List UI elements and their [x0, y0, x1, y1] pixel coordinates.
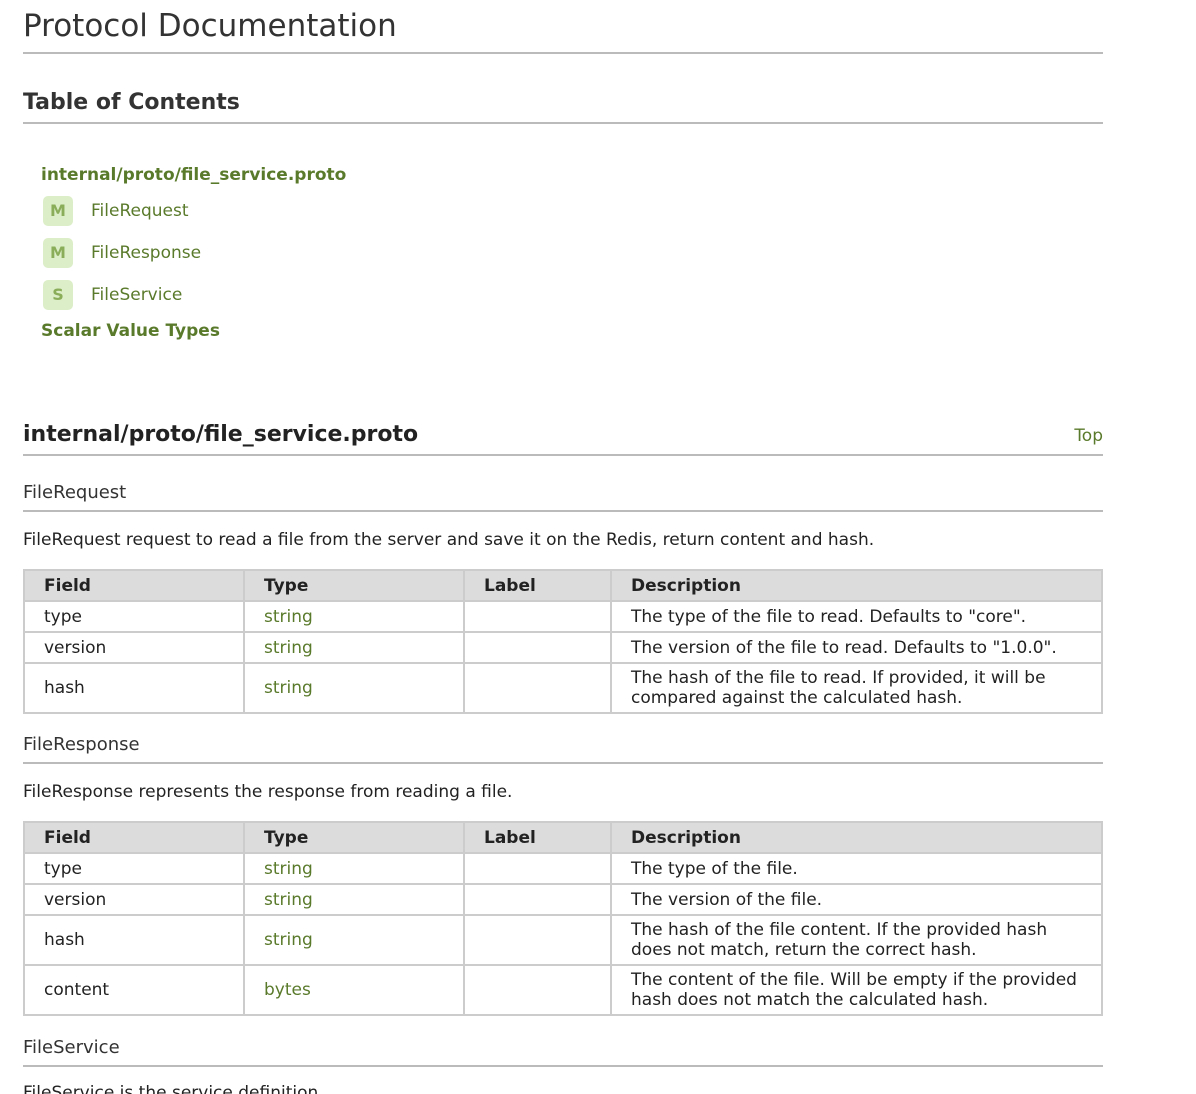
field-type-link[interactable]: string [243, 914, 465, 966]
table-row: type string The type of the file to read… [23, 600, 1103, 633]
field-description: The content of the file. Will be empty i… [610, 964, 1103, 1016]
field-name: hash [23, 662, 245, 714]
field-name: content [23, 964, 245, 1016]
page-title: Protocol Documentation [23, 0, 1103, 54]
table-header-row: Field Type Label Description [23, 569, 1103, 602]
toc-link-label[interactable]: FileRequest [91, 201, 189, 221]
field-name: type [23, 600, 245, 633]
field-description: The version of the file. [610, 883, 1103, 916]
table-row: hash string The hash of the file to read… [23, 662, 1103, 714]
message-badge-icon: M [43, 196, 73, 226]
field-description: The hash of the file to read. If provide… [610, 662, 1103, 714]
table-header-row: Field Type Label Description [23, 821, 1103, 854]
column-header-field: Field [23, 569, 245, 602]
column-header-description: Description [610, 569, 1103, 602]
filerequest-fields-table: Field Type Label Description type string… [23, 569, 1103, 714]
table-row: version string The version of the file t… [23, 631, 1103, 664]
field-label [463, 852, 612, 885]
toc-item-fileservice[interactable]: S FileService [41, 274, 841, 316]
field-label [463, 914, 612, 966]
table-row: type string The type of the file. [23, 852, 1103, 885]
fileresponse-fields-table: Field Type Label Description type string… [23, 821, 1103, 1016]
toc-link-label[interactable]: FileService [91, 285, 182, 305]
document-page: Protocol Documentation Table of Contents… [0, 0, 1196, 1094]
column-header-label: Label [463, 569, 612, 602]
field-description: The type of the file to read. Defaults t… [610, 600, 1103, 633]
field-description: The type of the file. [610, 852, 1103, 885]
field-type-link[interactable]: bytes [243, 964, 465, 1016]
column-header-field: Field [23, 821, 245, 854]
toc-item-fileresponse[interactable]: M FileResponse [41, 232, 841, 274]
table-row: content bytes The content of the file. W… [23, 964, 1103, 1016]
field-label [463, 662, 612, 714]
toc-file-link[interactable]: internal/proto/file_service.proto [41, 160, 841, 190]
field-name: hash [23, 914, 245, 966]
fileresponse-title: FileResponse [23, 730, 1103, 764]
top-link[interactable]: Top [1074, 426, 1103, 446]
table-row: hash string The hash of the file content… [23, 914, 1103, 966]
toc-heading: Table of Contents [23, 88, 1103, 124]
toc-link-label[interactable]: FileResponse [91, 243, 201, 263]
field-description: The hash of the file content. If the pro… [610, 914, 1103, 966]
table-of-contents: internal/proto/file_service.proto M File… [41, 160, 841, 346]
column-header-description: Description [610, 821, 1103, 854]
field-type-link[interactable]: string [243, 631, 465, 664]
toc-scalar-types-link[interactable]: Scalar Value Types [41, 316, 841, 346]
toc-item-filerequest[interactable]: M FileRequest [41, 190, 841, 232]
fileservice-title: FileService [23, 1033, 1103, 1067]
field-label [463, 600, 612, 633]
field-type-link[interactable]: string [243, 852, 465, 885]
file-section-header: internal/proto/file_service.proto Top [23, 418, 1103, 456]
field-name: version [23, 631, 245, 664]
fileservice-description: FileService is the service definition. [23, 1083, 324, 1094]
column-header-type: Type [243, 569, 465, 602]
field-label [463, 964, 612, 1016]
field-type-link[interactable]: string [243, 600, 465, 633]
filerequest-title: FileRequest [23, 478, 1103, 512]
content-wrapper: Protocol Documentation Table of Contents… [23, 0, 1103, 1094]
table-row: version string The version of the file. [23, 883, 1103, 916]
column-header-label: Label [463, 821, 612, 854]
filerequest-description: FileRequest request to read a file from … [23, 530, 875, 550]
file-section-title: internal/proto/file_service.proto [23, 422, 419, 447]
field-name: type [23, 852, 245, 885]
field-type-link[interactable]: string [243, 662, 465, 714]
field-label [463, 631, 612, 664]
field-type-link[interactable]: string [243, 883, 465, 916]
service-badge-icon: S [43, 280, 73, 310]
fileresponse-description: FileResponse represents the response fro… [23, 782, 513, 802]
field-name: version [23, 883, 245, 916]
column-header-type: Type [243, 821, 465, 854]
field-label [463, 883, 612, 916]
field-description: The version of the file to read. Default… [610, 631, 1103, 664]
message-badge-icon: M [43, 238, 73, 268]
